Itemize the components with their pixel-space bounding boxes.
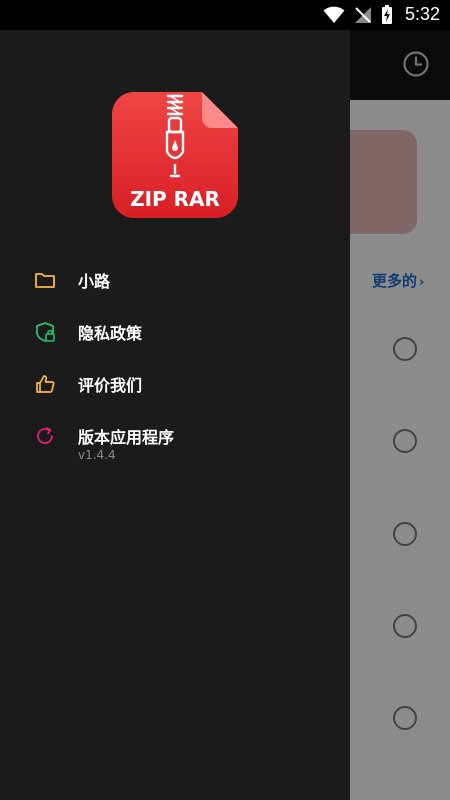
wifi-icon [323,6,345,23]
menu-item-label: 评价我们 [78,376,143,395]
menu-item-label: 隐私政策 [78,324,143,343]
no-signal-icon [354,6,371,23]
logo-text: ZIP RAR [130,187,220,211]
refresh-icon [37,427,53,444]
status-time: 5:32 [404,4,440,24]
battery-charging-icon [381,4,392,24]
menu-item-privacy-policy[interactable]: 隐私政策 [0,311,350,355]
menu-item-path[interactable]: 小路 [0,259,350,303]
folder-icon [35,273,55,288]
menu-item-label: 小路 [78,272,111,291]
shield-lock-icon [36,322,55,342]
navigation-drawer: ZIP RAR 小路 隐私政策 评价我们 版本应用程序 v1.4.4 [0,30,350,800]
status-bar: 5:32 [0,0,450,30]
menu-item-app-version[interactable]: 版本应用程序 v1.4.4 [0,415,350,469]
menu-item-rate-us[interactable]: 评价我们 [0,363,350,407]
menu-item-label: 版本应用程序 [78,428,175,447]
zip-rar-logo: ZIP RAR [112,92,238,218]
thumbs-up-icon [36,375,55,393]
app-version-text: v1.4.4 [78,448,116,462]
